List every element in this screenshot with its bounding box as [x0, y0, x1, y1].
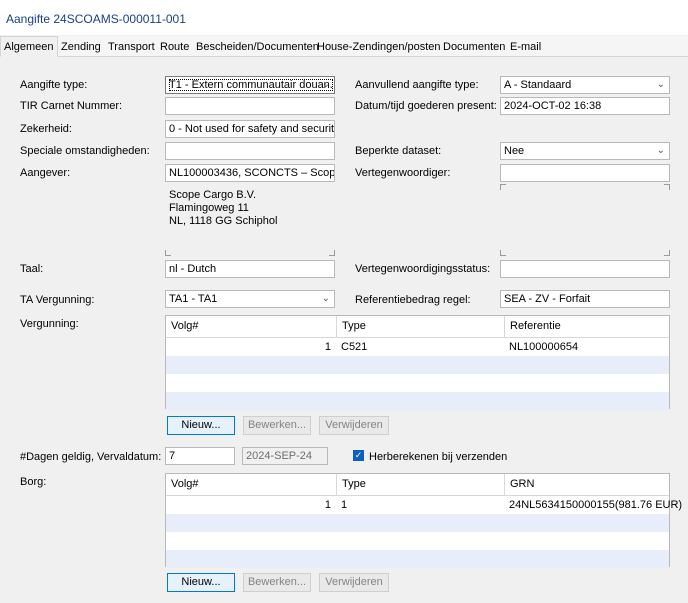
- column-header-referentie[interactable]: Referentie: [504, 316, 669, 337]
- tab-route[interactable]: Route: [156, 39, 193, 56]
- borg-label: Borg:: [20, 476, 47, 488]
- datum-label: Datum/tijd goederen present:: [355, 100, 497, 112]
- empty-row: [166, 514, 669, 532]
- window-titlebar: Aangifte 24SCOAMS-000011-001: [0, 0, 688, 35]
- empty-row: [166, 550, 669, 568]
- tab-transport[interactable]: Transport: [104, 39, 159, 56]
- tab-strip: Algemeen Zending Transport Route Beschei…: [0, 36, 688, 57]
- box-corner: [329, 250, 335, 256]
- ta-vergunning-select[interactable]: TA1 - TA1 ⌄: [165, 290, 335, 308]
- herbereken-checkbox[interactable]: ✓: [353, 450, 364, 461]
- tab-documenten[interactable]: Documenten: [439, 39, 509, 56]
- chevron-down-icon: ⌄: [321, 79, 330, 90]
- cell-volg: 1: [324, 341, 331, 353]
- aanvullend-select[interactable]: A - Standaard ⌄: [500, 76, 670, 94]
- zekerheid-label: Zekerheid:: [20, 123, 72, 135]
- aanvullend-label: Aanvullend aangifte type:: [355, 79, 479, 91]
- tir-input[interactable]: [165, 97, 335, 115]
- dagen-input[interactable]: 7: [165, 447, 235, 465]
- borg-verwijderen-button[interactable]: Verwijderen: [319, 573, 389, 592]
- beperkte-value: Nee: [504, 145, 525, 157]
- column-header-grn[interactable]: GRN: [504, 474, 669, 495]
- ta-vergunning-label: TA Vergunning:: [20, 294, 95, 306]
- box-corner: [664, 184, 670, 190]
- borg-bewerken-button[interactable]: Bewerken...: [243, 573, 311, 592]
- referentie-input[interactable]: SEA - ZV - Forfait: [500, 290, 670, 308]
- column-header-type[interactable]: Type: [336, 474, 504, 495]
- tab-house-zendingen[interactable]: House-Zendingen/posten: [313, 39, 445, 56]
- box-corner: [500, 250, 506, 256]
- address-line: Scope Cargo B.V.: [169, 189, 257, 201]
- vergunning-nieuw-button[interactable]: Nieuw...: [167, 416, 235, 435]
- beperkte-label: Beperkte dataset:: [355, 145, 442, 157]
- aangifte-type-select[interactable]: T1 - Extern communautair douan. ⌄: [165, 76, 335, 94]
- column-header-type[interactable]: Type: [336, 316, 504, 337]
- aangever-label: Aangever:: [20, 167, 71, 179]
- cell-grn: 24NL5634150000155(981.76 EUR): [509, 499, 683, 511]
- chevron-down-icon: ⌄: [321, 293, 330, 304]
- tab-bescheiden[interactable]: Bescheiden/Documenten: [192, 39, 323, 56]
- checkmark-icon: ✓: [354, 450, 363, 460]
- taal-input[interactable]: nl - Dutch: [165, 260, 335, 278]
- box-corner: [664, 250, 670, 256]
- vert-status-label: Vertegenwoordigingsstatus:: [355, 263, 491, 275]
- tab-algemeen[interactable]: Algemeen: [0, 36, 58, 57]
- datum-input[interactable]: 2024-OCT-02 16:38: [500, 97, 670, 115]
- referentie-label: Referentiebedrag regel:: [355, 294, 471, 306]
- aanvullend-value: A - Standaard: [504, 79, 572, 91]
- address-line: NL, 1118 GG Schiphol: [169, 215, 278, 227]
- column-header-volg[interactable]: Volg#: [166, 316, 336, 337]
- grid-header: Volg# Type Referentie: [166, 316, 669, 338]
- herbereken-label: Herberekenen bij verzenden: [369, 451, 508, 463]
- cell-volg: 1: [324, 499, 331, 511]
- vergunning-bewerken-button[interactable]: Bewerken...: [243, 416, 311, 435]
- vergunning-label: Vergunning:: [20, 318, 79, 330]
- table-row[interactable]: 1 1 24NL5634150000155(981.76 EUR): [166, 496, 683, 514]
- aangever-address-box: Scope Cargo B.V. Flamingoweg 11 NL, 1118…: [165, 186, 335, 256]
- address-line: Flamingoweg 11: [169, 202, 249, 214]
- beperkte-select[interactable]: Nee ⌄: [500, 142, 670, 160]
- chevron-down-icon: ⌄: [656, 145, 665, 156]
- tir-label: TIR Carnet Nummer:: [20, 100, 123, 112]
- vergunning-verwijderen-button[interactable]: Verwijderen: [319, 416, 389, 435]
- window-title: Aangifte 24SCOAMS-000011-001: [6, 12, 186, 26]
- empty-row: [166, 392, 669, 410]
- vergunning-grid[interactable]: Volg# Type Referentie 1 C521 NL100000654: [165, 315, 670, 410]
- dagen-label: #Dagen geldig, Vervaldatum:: [20, 451, 162, 463]
- ta-vergunning-value: TA1 - TA1: [169, 293, 218, 305]
- speciale-input[interactable]: [165, 142, 335, 160]
- table-row[interactable]: 1 C521 NL100000654: [166, 338, 669, 356]
- empty-row: [166, 356, 669, 374]
- tab-zending[interactable]: Zending: [57, 39, 105, 56]
- cell-type: C521: [341, 341, 368, 353]
- aangever-input[interactable]: NL100003436, SCONCTS – Scope Ca: [165, 164, 335, 182]
- box-corner: [500, 184, 506, 190]
- chevron-down-icon: ⌄: [656, 79, 665, 90]
- tab-email[interactable]: E-mail: [506, 39, 545, 56]
- vertegenwoordiger-label: Vertegenwoordiger:: [355, 167, 451, 179]
- cell-type: 1: [341, 499, 348, 511]
- column-header-volg[interactable]: Volg#: [166, 474, 336, 495]
- aangifte-type-value: T1 - Extern communautair douan.: [169, 79, 333, 91]
- borg-nieuw-button[interactable]: Nieuw...: [167, 573, 235, 592]
- taal-label: Taal:: [20, 263, 44, 275]
- vertegenwoordiger-input[interactable]: [500, 164, 670, 182]
- aangifte-type-label: Aangifte type:: [20, 79, 88, 91]
- speciale-label: Speciale omstandigheden:: [20, 145, 150, 157]
- vert-status-input[interactable]: [500, 260, 670, 278]
- cell-referentie: NL100000654: [509, 341, 579, 353]
- zekerheid-input[interactable]: 0 - Not used for safety and security p: [165, 120, 335, 138]
- box-corner: [165, 250, 171, 256]
- borg-grid[interactable]: Volg# Type GRN 1 1 24NL5634150000155(981…: [165, 473, 683, 568]
- vervaldatum-input: 2024-SEP-24: [242, 447, 328, 465]
- grid-header: Volg# Type GRN: [166, 474, 669, 496]
